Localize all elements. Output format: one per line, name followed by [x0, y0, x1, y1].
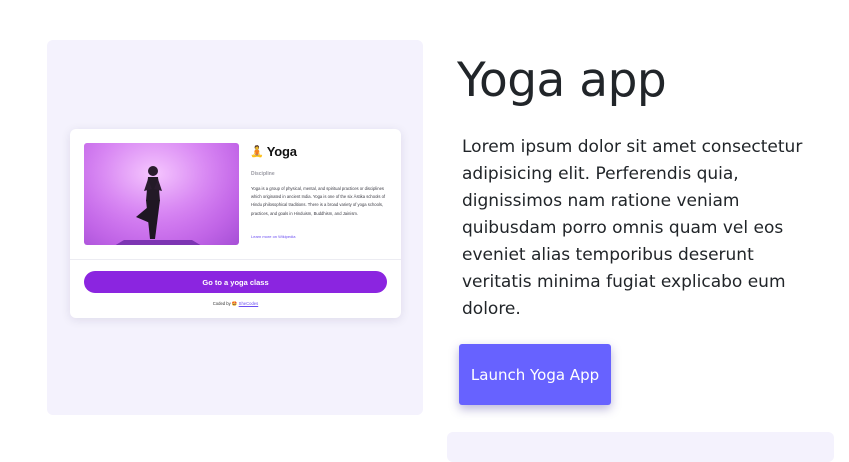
yoga-pose-photo	[84, 143, 239, 245]
go-to-yoga-class-button[interactable]: Go to a yoga class	[84, 271, 387, 293]
meditation-icon: 🧘	[250, 145, 264, 158]
shecodes-link[interactable]: SheCodes	[239, 301, 259, 306]
learn-more-link[interactable]: Learn more on Wikipedia	[251, 234, 295, 239]
coded-by-prefix: Coded by	[212, 301, 231, 306]
project-description: Lorem ipsum dolor sit amet consectetur a…	[462, 137, 803, 319]
project-preview-panel: 🧘 Yoga Discipline Yoga is a group of phy…	[47, 40, 423, 415]
launch-yoga-app-button[interactable]: Launch Yoga App	[459, 344, 611, 405]
next-project-panel	[447, 432, 834, 462]
yoga-card-preview: 🧘 Yoga Discipline Yoga is a group of phy…	[70, 129, 401, 318]
star-struck-icon: 🤩	[231, 301, 238, 306]
card-title-text: Yoga	[266, 144, 297, 159]
card-title: 🧘 Yoga	[250, 144, 297, 159]
card-description: Yoga is a group of physical, mental, and…	[251, 186, 386, 216]
project-title: Yoga app	[457, 53, 667, 108]
coded-by-credit: Coded by 🤩 SheCodes	[70, 301, 401, 307]
discipline-label: Discipline	[251, 171, 275, 177]
card-divider	[70, 259, 401, 260]
